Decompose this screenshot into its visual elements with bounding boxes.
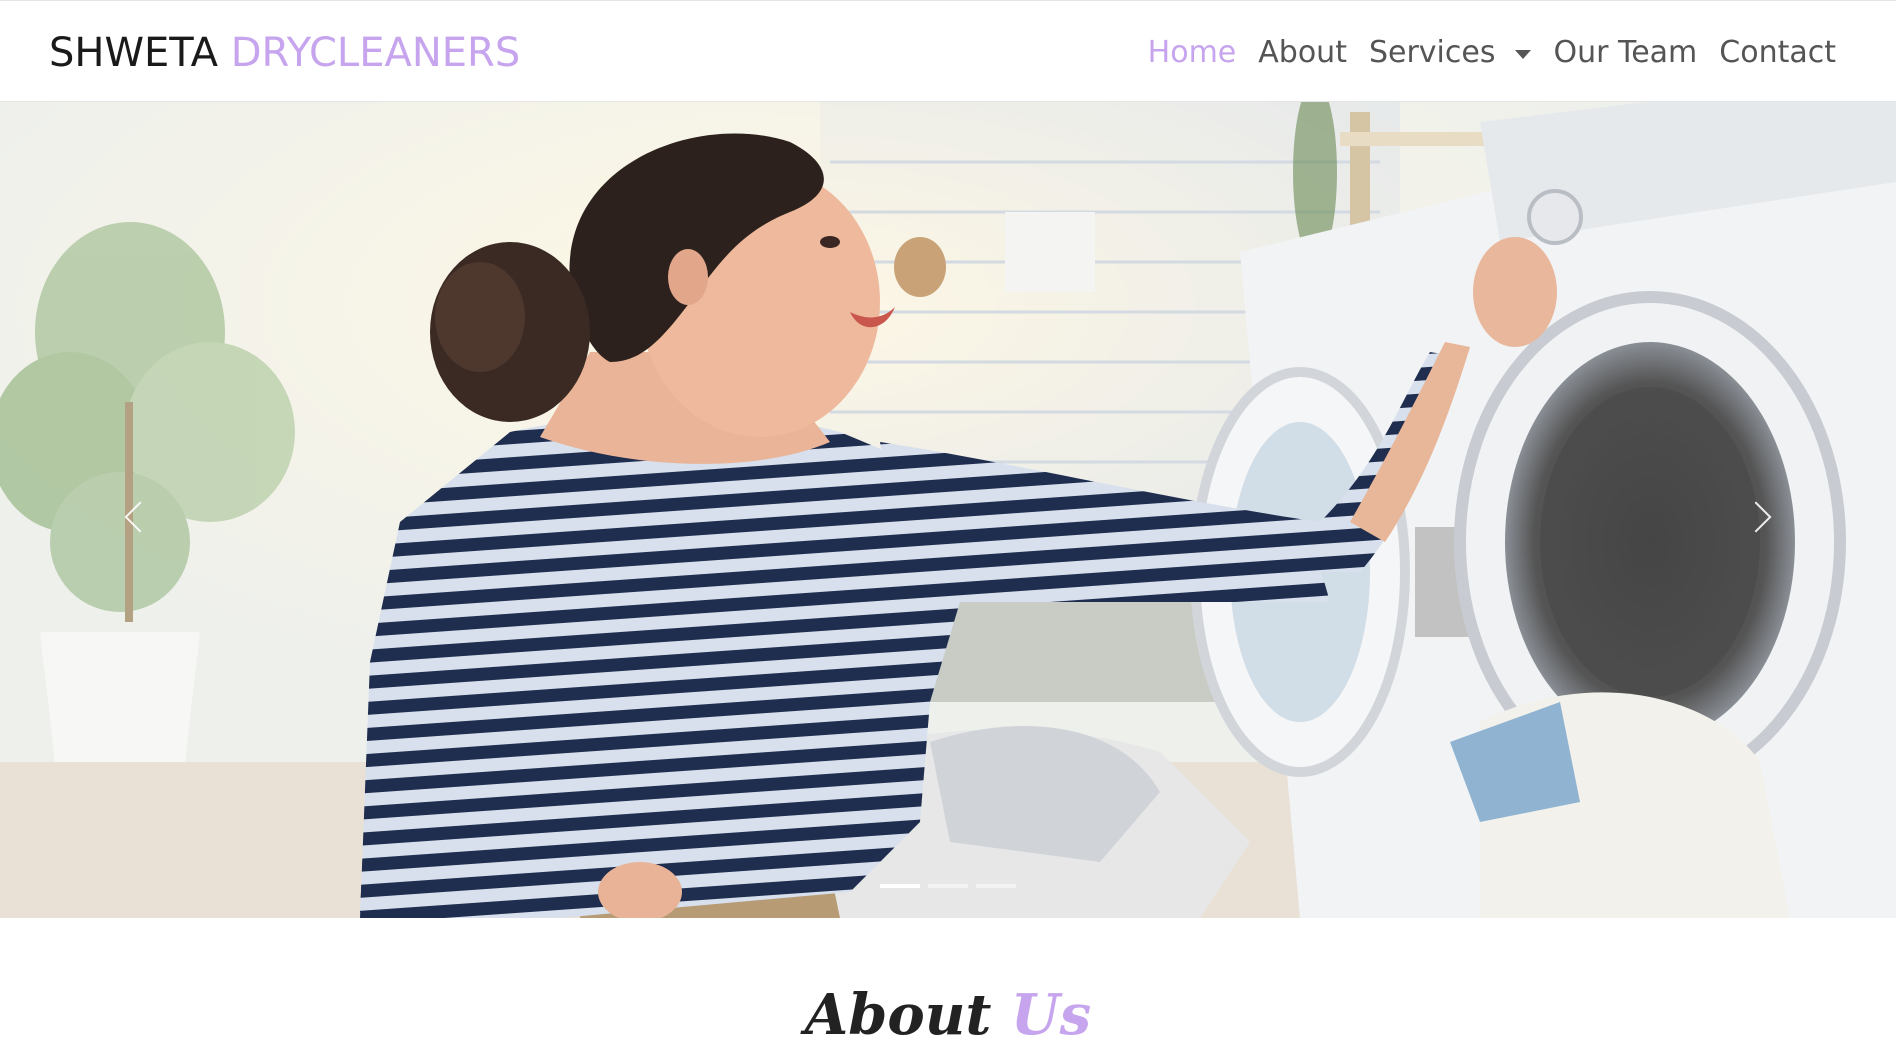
brand-name-accent: DRYCLEANERS [230, 30, 521, 76]
nav-link-our-team[interactable]: Our Team [1553, 31, 1697, 75]
carousel-slide-image [0, 102, 1896, 918]
carousel-indicator-3[interactable] [976, 884, 1016, 888]
about-heading-text: About [804, 982, 992, 1048]
about-section-heading: About Us [0, 975, 1896, 1055]
hero-carousel [0, 102, 1896, 918]
carousel-indicators [0, 884, 1896, 888]
brand-logo-link[interactable]: SHWETA DRYCLEANERS [49, 27, 520, 79]
nav-link-contact[interactable]: Contact [1719, 31, 1836, 75]
carousel-indicator-2[interactable] [928, 884, 968, 888]
nav-dropdown-services[interactable]: Services [1369, 31, 1532, 75]
chevron-right-icon [1740, 501, 1772, 533]
navbar: SHWETA DRYCLEANERS Home About Services O… [0, 0, 1896, 102]
nav-menu: Home About Services Our Team Contact [1148, 31, 1836, 75]
caret-down-icon [1515, 49, 1532, 59]
chevron-left-icon [124, 501, 156, 533]
carousel-next-button[interactable] [1696, 462, 1816, 572]
brand-name: SHWETA [49, 30, 218, 76]
nav-link-about[interactable]: About [1258, 31, 1347, 75]
nav-link-services-label: Services [1368, 35, 1496, 70]
carousel-prev-button[interactable] [80, 462, 200, 572]
carousel-indicator-1[interactable] [880, 884, 920, 888]
nav-link-home[interactable]: Home [1148, 31, 1237, 75]
about-heading-accent: Us [1010, 982, 1092, 1048]
